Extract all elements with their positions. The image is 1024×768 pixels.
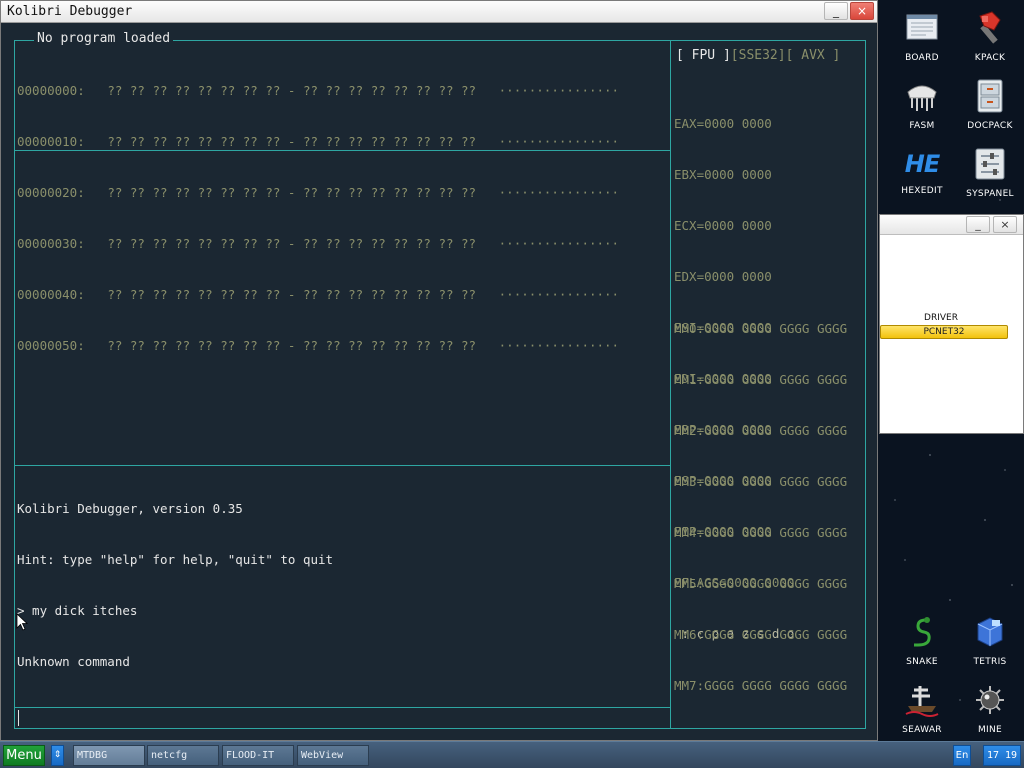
board-icon xyxy=(906,14,938,40)
taskbar-item-mtdbg[interactable]: MTDBG xyxy=(73,745,145,766)
register-mm0: MM0:GGGG GGGG GGGG GGGG xyxy=(674,321,848,336)
register-mm7: MM7:GGGG GGGG GGGG GGGG xyxy=(674,678,848,693)
kpack-icon xyxy=(979,11,1001,44)
register-mm1: MM1:GGGG GGGG GGGG GGGG xyxy=(674,372,848,387)
desktop-icon-label: HEXEDIT xyxy=(901,186,943,196)
register-mm3: MM3:GGGG GGGG GGGG GGGG xyxy=(674,474,848,489)
desktop-icon-label: DOCPACK xyxy=(967,121,1013,131)
tab-fpu[interactable]: [ FPU ] xyxy=(676,48,731,63)
register-separator xyxy=(670,40,671,729)
window-titlebar[interactable]: Kolibri Debugger _ × xyxy=(1,1,877,23)
register-mm4: MM4:GGGG GGGG GGGG GGGG xyxy=(674,525,848,540)
desktop-icon-label: SEAWAR xyxy=(902,725,942,735)
desktop-icon-tetris[interactable]: TETRIS xyxy=(959,614,1021,667)
register-mm2: MM2:GGGG GGGG GGGG GGGG xyxy=(674,423,848,438)
driver-name-badge[interactable]: PCNET32 xyxy=(880,325,1008,339)
system-clock[interactable]: 17 19 xyxy=(983,745,1021,766)
syspanel-icon xyxy=(975,148,1005,180)
console-line: Kolibri Debugger, version 0.35 xyxy=(17,501,243,516)
desktop-icon-snake[interactable]: SNAKE xyxy=(891,614,953,667)
driver-label: DRIVER xyxy=(924,313,958,323)
seawar-icon xyxy=(905,686,939,717)
fasm-icon xyxy=(907,85,937,111)
dump-bytes: ?? ?? ?? ?? ?? ?? ?? ?? - ?? ?? ?? ?? ??… xyxy=(107,83,477,98)
dump-ascii: ················ xyxy=(498,134,620,149)
desktop-icon-seawar[interactable]: SEAWAR xyxy=(891,682,953,735)
console-line: Hint: type "help" for help, "quit" to qu… xyxy=(17,552,334,567)
close-button[interactable]: × xyxy=(850,2,874,20)
desktop-icon-label: MINE xyxy=(977,725,1003,735)
taskbar-item-flood-it[interactable]: FLOOD-IT xyxy=(222,745,294,766)
desktop-icon-hexedit[interactable]: HE HEXEDIT xyxy=(891,146,953,196)
dump-row: 00000010: ?? ?? ?? ?? ?? ?? ?? ?? - ?? ?… xyxy=(17,133,619,150)
dump-bytes: ?? ?? ?? ?? ?? ?? ?? ?? - ?? ?? ?? ?? ??… xyxy=(107,134,477,149)
driver-close-button[interactable]: × xyxy=(993,216,1017,233)
register-tabs: [ FPU ][SSE32][ AVX ] xyxy=(676,48,840,63)
desktop-icon-label: SYSPANEL xyxy=(966,189,1014,199)
disassembly-pane[interactable] xyxy=(15,152,670,464)
console-line: > my dick itches xyxy=(17,603,138,618)
dump-address: 00000010: xyxy=(17,134,85,149)
mmx-registers: MM0:GGGG GGGG GGGG GGGG MM1:GGGG GGGG GG… xyxy=(674,286,847,711)
snake-icon xyxy=(914,617,931,647)
taskbar-item-webview[interactable]: WebView xyxy=(297,745,369,766)
dump-row: 00000000: ?? ?? ?? ?? ?? ?? ?? ?? - ?? ?… xyxy=(17,82,619,99)
hexedit-icon: HE xyxy=(904,146,940,182)
window-title: Kolibri Debugger xyxy=(7,4,133,19)
desktop-icon-label: SNAKE xyxy=(906,657,938,667)
hexedit-glyph: HE xyxy=(904,150,940,178)
desktop-icon-fasm[interactable]: FASM xyxy=(891,78,953,131)
mouse-pointer-icon xyxy=(16,613,28,631)
driver-minimize-button[interactable]: _ xyxy=(966,216,990,233)
driver-window: _ × DRIVER PCNET32 xyxy=(879,214,1024,434)
desktop-icon-mine[interactable]: MINE xyxy=(959,682,1021,735)
register-eax: EAX=0000 0000 xyxy=(674,116,772,131)
program-status-label: No program loaded xyxy=(34,31,174,46)
register-mm5: MM5:GGGG GGGG GGGG GGGG xyxy=(674,576,848,591)
console-output: Kolibri Debugger, version 0.35 Hint: typ… xyxy=(17,466,333,687)
minimize-button[interactable]: _ xyxy=(824,2,848,20)
command-input[interactable] xyxy=(16,708,670,728)
desktop-icon-label: FASM xyxy=(909,121,935,131)
console-line: Unknown command xyxy=(17,654,130,669)
mine-icon xyxy=(976,686,1004,714)
tab-sse32[interactable]: [SSE32] xyxy=(731,48,786,63)
tetris-icon xyxy=(977,617,1003,647)
register-ecx: ECX=0000 0000 xyxy=(674,218,772,233)
dump-address: 00000000: xyxy=(17,83,85,98)
keyboard-language-indicator[interactable]: En xyxy=(953,745,971,766)
start-menu-button[interactable]: Menu xyxy=(3,745,45,766)
desktop-icon-docpack[interactable]: DOCPACK xyxy=(959,78,1021,131)
desktop-icon-label: BOARD xyxy=(905,53,939,63)
desktop-icon-label: TETRIS xyxy=(973,657,1007,667)
register-edx: EDX=0000 0000 xyxy=(674,269,772,284)
desktop-icon-syspanel[interactable]: SYSPANEL xyxy=(959,146,1021,199)
desktop-icon-board[interactable]: BOARD xyxy=(891,10,953,63)
register-mm6: MM6:GGGG GGGG GGGG GGGG xyxy=(674,627,848,642)
taskbar: Menu ⇕ MTDBG netcfg FLOOD-IT WebView En … xyxy=(0,741,1024,768)
register-ebx: EBX=0000 0000 xyxy=(674,167,772,182)
desktop-icon-kpack[interactable]: KPACK xyxy=(959,10,1021,63)
docpack-icon xyxy=(977,79,1003,113)
taskbar-item-netcfg[interactable]: netcfg xyxy=(147,745,219,766)
text-caret xyxy=(18,710,19,726)
switch-windows-icon[interactable]: ⇕ xyxy=(51,745,64,766)
dump-ascii: ················ xyxy=(498,83,620,98)
tab-avx[interactable]: [ AVX ] xyxy=(786,48,841,63)
desktop-icon-label: KPACK xyxy=(974,53,1006,63)
